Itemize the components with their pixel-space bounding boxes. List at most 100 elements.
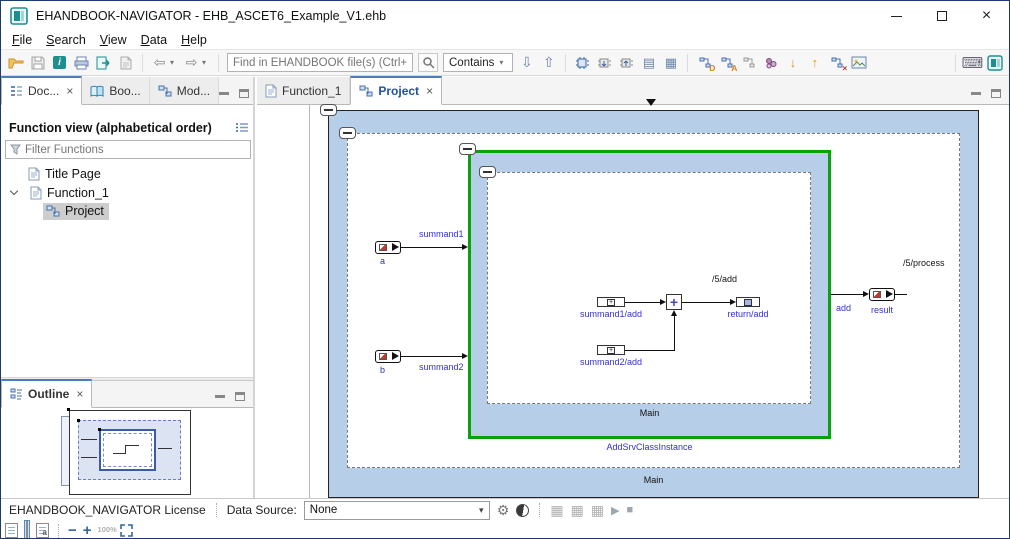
collapse-button[interactable] xyxy=(339,127,356,139)
trace-signals-icon[interactable] xyxy=(574,55,591,71)
visibility-icon[interactable] xyxy=(516,503,530,517)
back-icon[interactable]: ⇦ xyxy=(151,54,168,71)
minimize-button[interactable] xyxy=(874,1,919,31)
forward-history-dropdown-icon[interactable]: ▾ xyxy=(202,58,210,67)
forward-icon[interactable]: ⇨ xyxy=(183,54,200,71)
list-view-icon[interactable]: ▤ xyxy=(640,55,657,71)
diagram-canvas[interactable]: Main summand1 a summand2 b Main + summan… xyxy=(257,99,1009,498)
measure-window-icon[interactable]: ▦ xyxy=(550,502,563,519)
selected-tree-item[interactable]: Project xyxy=(43,203,109,220)
outline-thumbnail[interactable] xyxy=(1,408,253,498)
close-button[interactable]: × xyxy=(964,1,1009,31)
signal-label: summand2 xyxy=(419,362,464,372)
view-menu-icon[interactable] xyxy=(235,122,249,133)
zoom-out-button[interactable]: − xyxy=(68,523,77,538)
pdf-export-icon[interactable] xyxy=(117,55,134,71)
minimize-panel-icon[interactable] xyxy=(971,92,981,95)
zoom-reset-button[interactable]: 100% xyxy=(98,526,117,535)
thumbnail-wire xyxy=(125,445,139,446)
chevron-expanded-icon[interactable] xyxy=(9,186,19,196)
calibration-window-icon[interactable]: ▦ xyxy=(571,502,584,519)
toolbar-separator xyxy=(218,53,219,72)
block-add-srv-class-instance[interactable]: Main + summand1/add + summand2/add + ret… xyxy=(459,143,831,439)
app-window-icon[interactable] xyxy=(986,54,1003,71)
single-page-view-icon[interactable] xyxy=(5,523,18,538)
instance-label: AddSrvClassInstance xyxy=(606,442,693,452)
output-port-result[interactable] xyxy=(869,288,895,301)
input-port-a[interactable] xyxy=(375,241,401,254)
show-data-icon[interactable]: D xyxy=(696,55,715,73)
back-history-dropdown-icon[interactable]: ▾ xyxy=(170,58,178,67)
tree-item-title-page[interactable]: Title Page xyxy=(1,164,253,183)
tab-document-view[interactable]: Doc... × xyxy=(1,76,83,105)
menu-file[interactable]: File xyxy=(5,32,39,48)
clear-data-icon[interactable]: × xyxy=(828,55,847,73)
keyboard-shortcuts-icon[interactable]: ⌨ xyxy=(962,55,984,72)
show-annotations-icon[interactable]: A xyxy=(718,55,737,73)
tab-outline[interactable]: Outline × xyxy=(1,379,93,408)
continuous-page-view-icon[interactable] xyxy=(24,519,30,538)
start-icon[interactable]: ▶ xyxy=(611,504,619,517)
collapse-button[interactable] xyxy=(479,166,496,178)
minimize-panel-icon[interactable] xyxy=(215,395,225,398)
compare-icon[interactable] xyxy=(762,55,779,71)
tab-project[interactable]: Project × xyxy=(350,76,443,105)
fit-to-screen-icon[interactable] xyxy=(119,524,133,537)
menu-help[interactable]: Help xyxy=(174,32,214,48)
input-port-b[interactable] xyxy=(375,350,401,363)
thumbnail-wire xyxy=(125,445,126,454)
table-view-icon[interactable]: ▦ xyxy=(662,55,679,71)
port-label: summand2/add xyxy=(579,357,643,367)
close-icon[interactable]: × xyxy=(76,387,83,401)
contains-dropdown[interactable]: Contains ▾ xyxy=(443,53,514,72)
export-data-icon[interactable]: ↑ xyxy=(806,55,823,71)
filter-functions-input[interactable] xyxy=(25,143,225,156)
menu-view[interactable]: View xyxy=(93,32,134,48)
next-match-icon[interactable]: ⇩ xyxy=(518,54,535,71)
block-main-outer[interactable]: Main summand1 a summand2 b Main + summan… xyxy=(320,104,979,498)
data-source-dropdown[interactable]: None ▾ xyxy=(303,500,490,520)
menu-search[interactable]: Search xyxy=(39,32,93,48)
port-summand1-add[interactable]: + xyxy=(597,297,625,307)
presentation-icon[interactable] xyxy=(850,55,867,71)
maximize-button[interactable] xyxy=(919,1,964,31)
open-file-icon[interactable] xyxy=(7,55,24,71)
maximize-panel-icon[interactable] xyxy=(239,89,250,98)
maximize-panel-icon[interactable] xyxy=(991,89,1001,98)
zoom-in-button[interactable]: + xyxy=(83,523,92,538)
search-icon[interactable] xyxy=(418,53,438,72)
expand-instance-icon[interactable] xyxy=(596,55,613,71)
close-icon[interactable]: × xyxy=(66,84,73,98)
block-add-content[interactable]: + summand1/add + summand2/add + return/a… xyxy=(479,166,811,404)
tab-bookmarks[interactable]: Boo... xyxy=(82,77,150,104)
maximize-panel-icon[interactable] xyxy=(235,392,245,401)
collapse-button[interactable] xyxy=(459,143,476,155)
minimize-panel-icon[interactable] xyxy=(219,92,230,95)
process-path-label: /5/process xyxy=(903,258,945,268)
import-data-icon[interactable]: ↓ xyxy=(784,55,801,71)
tab-models[interactable]: Mod... xyxy=(149,77,220,104)
port-return-add[interactable] xyxy=(736,297,760,307)
info-icon[interactable]: i xyxy=(51,55,68,71)
tree-item-function-1[interactable]: Function_1 xyxy=(1,183,253,202)
block-main-content[interactable]: summand1 a summand2 b Main + summand1/ad… xyxy=(339,127,960,468)
settings-gear-icon[interactable]: ⚙ xyxy=(497,502,510,519)
add-operator-block[interactable]: + xyxy=(666,294,682,310)
port-summand2-add[interactable]: + xyxy=(597,345,625,355)
collapse-button[interactable] xyxy=(320,104,337,116)
export-icon[interactable] xyxy=(95,55,112,71)
data-source-value: None xyxy=(309,504,338,516)
tab-function-1[interactable]: Function_1 xyxy=(257,77,351,104)
data-window-icon[interactable]: ▦ xyxy=(591,502,604,519)
previous-match-icon[interactable]: ⇧ xyxy=(540,54,557,71)
stop-icon[interactable]: ■ xyxy=(627,504,634,516)
menu-data[interactable]: Data xyxy=(134,32,174,48)
collapse-instance-icon[interactable] xyxy=(618,55,635,71)
hide-decorations-icon[interactable] xyxy=(740,55,757,71)
text-page-view-icon[interactable]: a xyxy=(36,523,49,538)
print-icon[interactable] xyxy=(73,55,90,71)
tree-item-project[interactable]: Project xyxy=(1,202,253,221)
find-input[interactable] xyxy=(227,53,413,72)
close-icon[interactable]: × xyxy=(426,84,433,98)
save-icon[interactable] xyxy=(29,55,46,71)
